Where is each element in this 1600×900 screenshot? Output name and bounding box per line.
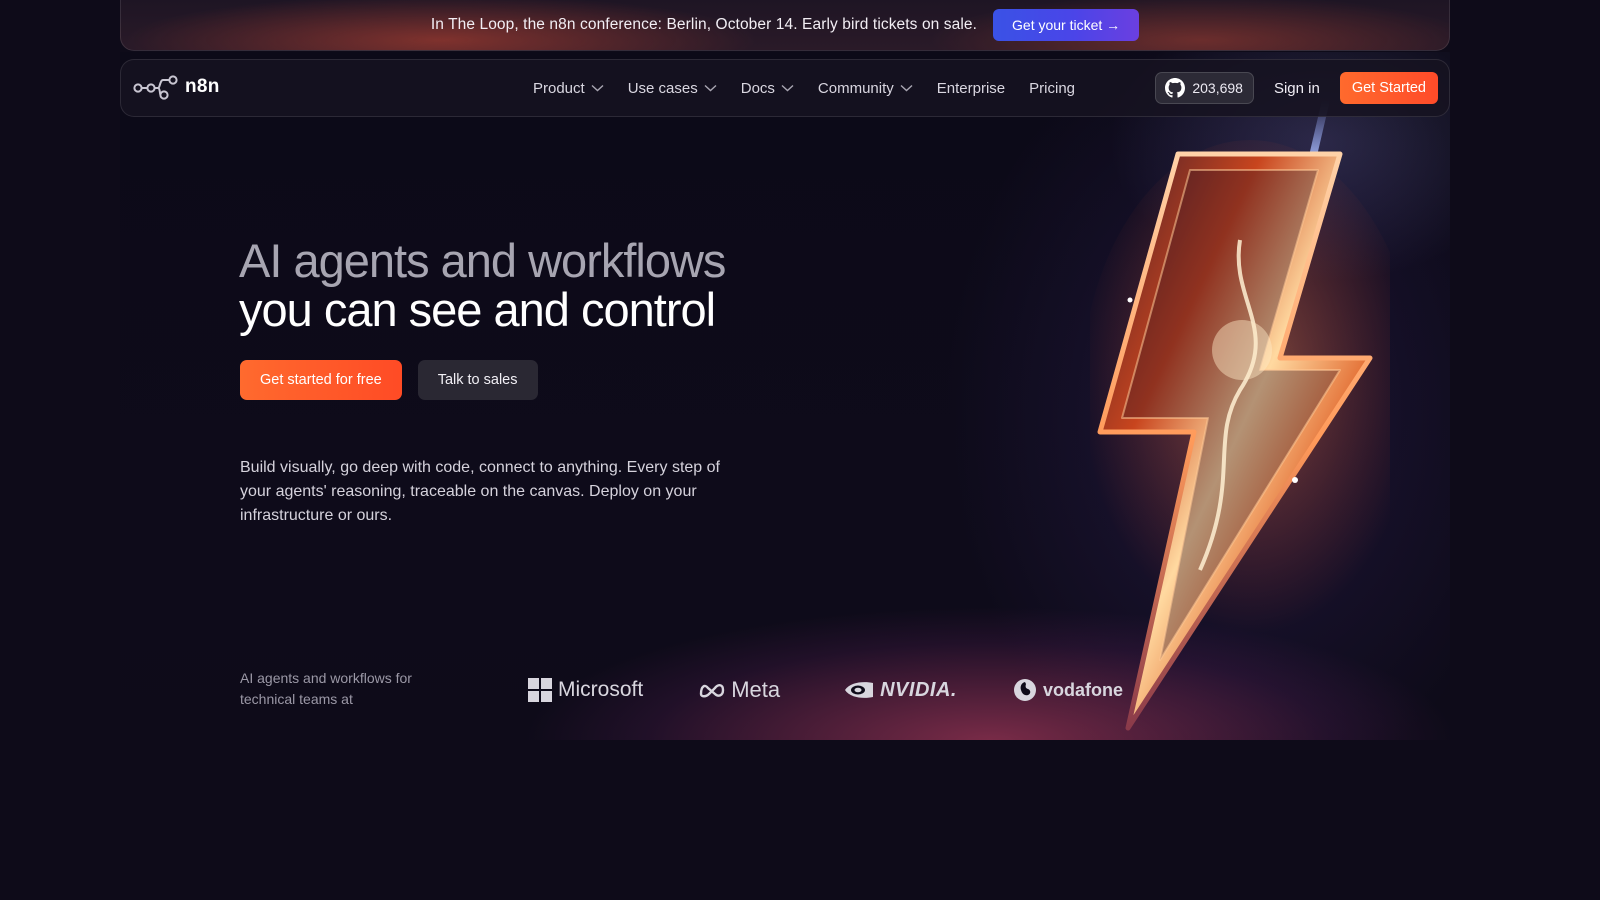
n8n-logo[interactable]: n8n xyxy=(133,74,220,100)
trusted-by-label: AI agents and workflows for technical te… xyxy=(240,670,412,707)
banner-text: In The Loop, the n8n conference: Berlin,… xyxy=(430,16,978,33)
headline-line-1: AI agents and workflows xyxy=(239,234,726,287)
top-navbar: n8n Product Use cases Docs Community Ent… xyxy=(120,59,1450,117)
vodafone-logo: vodafone xyxy=(1013,678,1123,702)
get-ticket-button[interactable]: Get your ticket → xyxy=(993,9,1140,41)
sign-in-link[interactable]: Sign in xyxy=(1274,80,1320,97)
chevron-down-icon xyxy=(704,84,717,92)
hero-headline: AI agents and workflows you can see and … xyxy=(239,234,726,336)
nav-item-label: Product xyxy=(533,79,585,97)
brand-name: Microsoft xyxy=(558,678,644,701)
nav-item-label: Enterprise xyxy=(936,79,1006,97)
github-star-count: 203,698 xyxy=(1192,80,1243,96)
logo-wordmark: n8n xyxy=(185,76,220,97)
nav-item-product[interactable]: Product xyxy=(533,80,604,97)
nav-item-label: Use cases xyxy=(627,79,698,97)
page: In The Loop, the n8n conference: Berlin,… xyxy=(0,0,1600,900)
chevron-down-icon xyxy=(591,84,604,92)
chevron-down-icon xyxy=(900,84,913,92)
nvidia-eye-icon xyxy=(845,682,874,698)
n8n-logo-icon xyxy=(133,75,178,100)
nav-item-docs[interactable]: Docs xyxy=(741,80,794,97)
announcement-banner: In The Loop, the n8n conference: Berlin,… xyxy=(120,0,1450,51)
brand-name: NVIDIA. xyxy=(880,678,957,701)
brand-name: vodafone xyxy=(1042,679,1123,700)
lightning-bolt-illustration xyxy=(1080,100,1420,750)
hero-subtext: Build visually, go deep with code, conne… xyxy=(240,459,720,524)
nav-item-enterprise[interactable]: Enterprise xyxy=(937,80,1005,97)
customer-logos: Microsoft Meta NVIDIA. vodafone xyxy=(528,672,1123,708)
nav-item-community[interactable]: Community xyxy=(818,80,913,97)
nav-actions: 203,698 Sign in Get Started xyxy=(1155,72,1438,104)
nav-item-label: Pricing xyxy=(1029,79,1076,97)
hero-buttons: Get started for free Talk to sales xyxy=(240,360,538,400)
microsoft-logo: Microsoft xyxy=(528,678,643,702)
talk-to-sales-button[interactable]: Talk to sales xyxy=(417,360,538,400)
microsoft-icon xyxy=(528,678,552,702)
nav-item-use-cases[interactable]: Use cases xyxy=(628,80,717,97)
headline-line-2: you can see and control xyxy=(239,283,716,336)
nvidia-logo: NVIDIA. xyxy=(844,679,957,702)
page-bottom-area xyxy=(0,740,1600,900)
chevron-down-icon xyxy=(781,84,794,92)
meta-logo: Meta xyxy=(699,677,780,703)
vodafone-icon xyxy=(1013,679,1036,701)
lightning-bolt-icon xyxy=(1080,100,1420,731)
get-started-button[interactable]: Get Started xyxy=(1339,72,1438,104)
nav-item-label: Community xyxy=(817,79,894,97)
get-started-free-button[interactable]: Get started for free xyxy=(240,360,402,400)
nav-item-label: Docs xyxy=(740,79,775,97)
brand-name: Meta xyxy=(731,677,781,702)
github-icon xyxy=(1165,78,1186,98)
github-stars-button[interactable]: 203,698 xyxy=(1155,72,1254,104)
main-nav-menu: Product Use cases Docs Community Enterpr… xyxy=(533,60,1075,116)
nav-item-pricing[interactable]: Pricing xyxy=(1029,80,1075,97)
meta-infinity-icon xyxy=(699,684,725,698)
